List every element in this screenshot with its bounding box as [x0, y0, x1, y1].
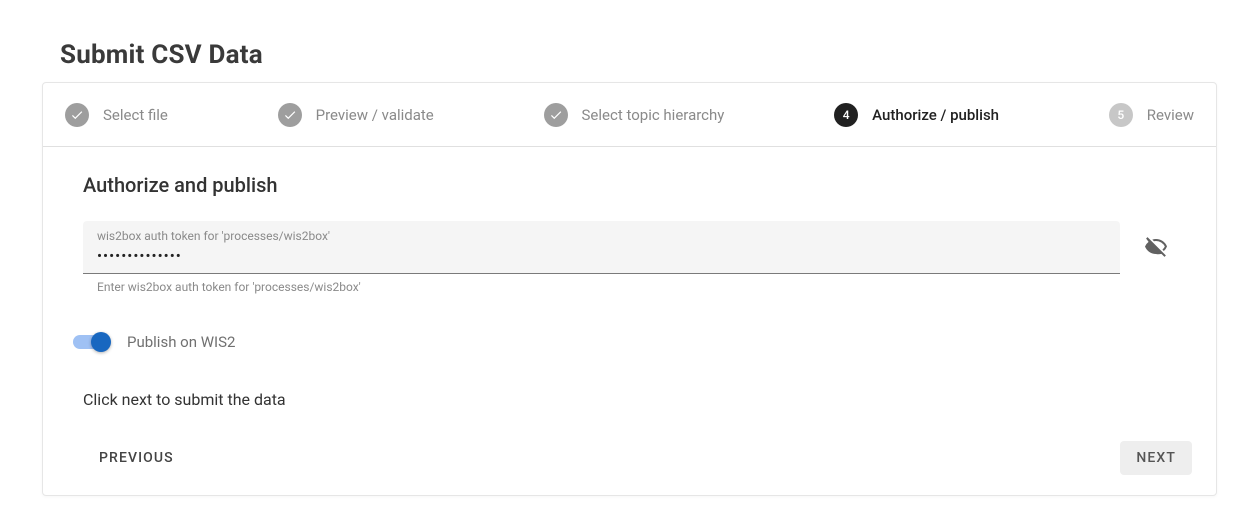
step-label: Review [1147, 106, 1194, 124]
auth-token-hint: Enter wis2box auth token for 'processes/… [83, 274, 1120, 294]
auth-token-field: wis2box auth token for 'processes/wis2bo… [83, 221, 1120, 294]
auth-token-input[interactable] [97, 245, 1106, 267]
toggle-password-visibility-button[interactable] [1136, 229, 1176, 269]
step-number: 4 [843, 108, 850, 122]
step-label: Select file [103, 106, 168, 124]
auth-token-label: wis2box auth token for 'processes/wis2bo… [97, 229, 1106, 243]
step-select-topic-hierarchy[interactable]: Select topic hierarchy [544, 103, 725, 127]
wizard-actions: Previous Next [43, 427, 1216, 495]
step-label: Select topic hierarchy [582, 106, 725, 124]
instruction-text: Click next to submit the data [83, 390, 1176, 409]
check-icon [278, 103, 302, 127]
step-number-icon: 4 [834, 103, 858, 127]
step-select-file[interactable]: Select file [65, 103, 168, 127]
publish-on-wis2-toggle[interactable] [69, 328, 113, 356]
wizard-card: Select file Preview / validate Select to… [42, 82, 1217, 496]
publish-on-wis2-label: Publish on WIS2 [127, 333, 235, 351]
section-title: Authorize and publish [83, 173, 1176, 197]
step-review[interactable]: 5 Review [1109, 103, 1194, 127]
stepper: Select file Preview / validate Select to… [43, 83, 1216, 147]
check-icon [65, 103, 89, 127]
step-number: 5 [1117, 108, 1124, 122]
step-number-icon: 5 [1109, 103, 1133, 127]
previous-button[interactable]: Previous [83, 441, 190, 475]
check-icon [544, 103, 568, 127]
next-button[interactable]: Next [1120, 441, 1192, 475]
step-authorize-publish[interactable]: 4 Authorize / publish [834, 103, 999, 127]
switch-thumb [91, 332, 111, 352]
step-label: Authorize / publish [872, 106, 999, 124]
eye-off-icon [1144, 235, 1168, 263]
step-content: Authorize and publish wis2box auth token… [43, 147, 1216, 427]
step-preview-validate[interactable]: Preview / validate [278, 103, 434, 127]
page-title: Submit CSV Data [0, 0, 1233, 82]
step-label: Preview / validate [316, 106, 434, 124]
